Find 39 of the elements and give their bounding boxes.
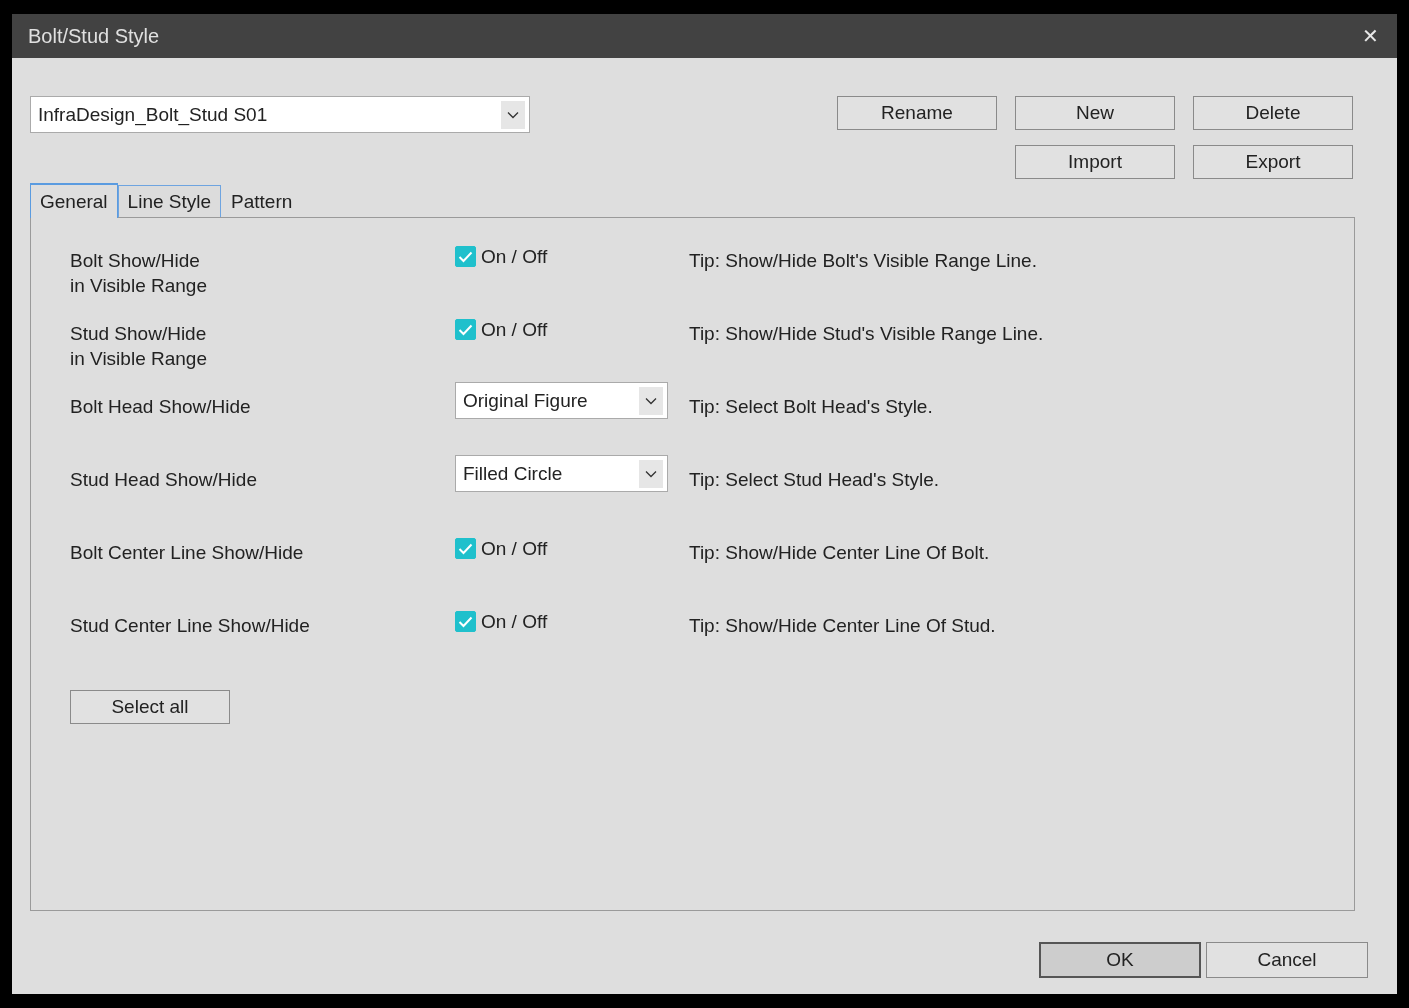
tip-text: Tip: Show/Hide Bolt's Visible Range Line. bbox=[689, 249, 1038, 273]
checkbox-label: On / Off bbox=[481, 610, 548, 634]
checkbox-label: On / Off bbox=[481, 245, 548, 269]
style-dropdown[interactable]: Original Figure bbox=[455, 382, 668, 419]
style-dropdown[interactable]: InfraDesign_Bolt_Stud S01 bbox=[30, 96, 530, 133]
setting-label: Bolt Show/Hide in Visible Range bbox=[70, 249, 208, 298]
action-button[interactable]: Delete bbox=[1193, 96, 1353, 130]
setting-label: Bolt Center Line Show/Hide bbox=[70, 541, 305, 565]
chevron-down-icon bbox=[645, 469, 657, 478]
action-button[interactable]: Rename bbox=[837, 96, 997, 130]
tip-text: Tip: Select Bolt Head's Style. bbox=[689, 395, 934, 419]
tab[interactable]: Pattern bbox=[221, 185, 303, 217]
checkbox-label: On / Off bbox=[481, 537, 548, 561]
checkbox[interactable] bbox=[455, 538, 476, 559]
cancel-button[interactable]: Cancel bbox=[1206, 942, 1368, 978]
window-title: Bolt/Stud Style bbox=[28, 24, 160, 48]
action-button[interactable]: New bbox=[1015, 96, 1175, 130]
tab[interactable]: General bbox=[30, 183, 118, 218]
checkbox[interactable] bbox=[455, 319, 476, 340]
setting-label: Bolt Head Show/Hide bbox=[70, 395, 252, 419]
setting-label: Stud Center Line Show/Hide bbox=[70, 614, 311, 638]
style-dropdown[interactable]: Filled Circle bbox=[455, 455, 668, 492]
ok-button[interactable]: OK bbox=[1039, 942, 1201, 978]
checkbox[interactable] bbox=[455, 611, 476, 632]
tip-text: Tip: Select Stud Head's Style. bbox=[689, 468, 941, 492]
action-button[interactable]: Import bbox=[1015, 145, 1175, 179]
checkbox-label: On / Off bbox=[481, 318, 548, 342]
chevron-down-icon bbox=[645, 396, 657, 405]
select-all-button[interactable]: Select all bbox=[70, 690, 230, 724]
chevron-down-icon bbox=[507, 110, 519, 119]
tip-text: Tip: Show/Hide Center Line Of Bolt. bbox=[689, 541, 991, 565]
tip-text: Tip: Show/Hide Stud's Visible Range Line. bbox=[689, 322, 1045, 346]
checkbox[interactable] bbox=[455, 246, 476, 267]
setting-label: Stud Show/Hide in Visible Range bbox=[70, 322, 208, 371]
setting-label: Stud Head Show/Hide bbox=[70, 468, 258, 492]
tip-text: Tip: Show/Hide Center Line Of Stud. bbox=[689, 614, 997, 638]
action-button[interactable]: Export bbox=[1193, 145, 1353, 179]
close-button[interactable]: ✕ bbox=[1358, 24, 1383, 48]
tab[interactable]: Line Style bbox=[117, 185, 222, 217]
